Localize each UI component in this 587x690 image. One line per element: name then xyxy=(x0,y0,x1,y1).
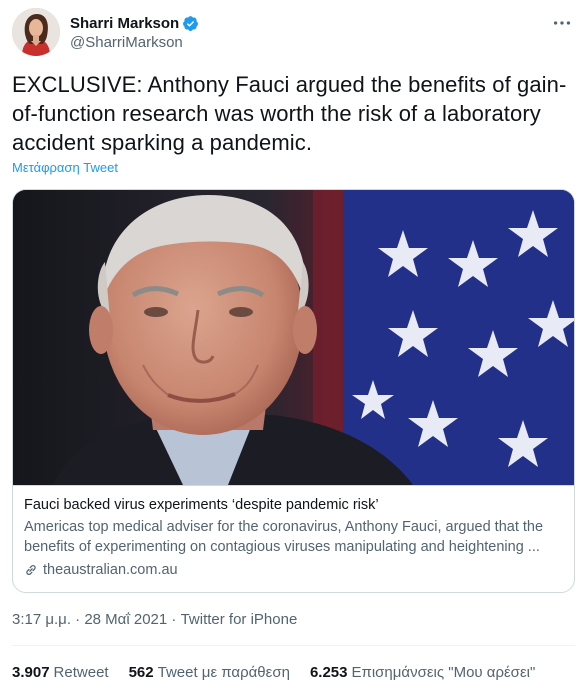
quote-tweets-count: 562 xyxy=(128,664,154,681)
article-photo xyxy=(13,190,574,485)
meta-separator: · xyxy=(167,611,181,628)
card-image xyxy=(13,190,574,485)
retweets-label: Retweet xyxy=(53,664,109,681)
more-options-icon[interactable] xyxy=(551,12,573,34)
tweet: Sharri Markson @SharriMarkson EXCLUSIVE:… xyxy=(0,0,587,690)
tweet-time[interactable]: 3:17 μ.μ. xyxy=(12,611,71,628)
tweet-date[interactable]: 28 Μαΐ 2021 xyxy=(84,611,167,628)
likes-count: 6.253 xyxy=(309,664,348,681)
display-name[interactable]: Sharri Markson xyxy=(70,15,179,32)
card-description-line-2: benefits of experimenting on contagious … xyxy=(24,539,540,555)
retweets-stat[interactable]: 3.907 Retweet xyxy=(12,664,109,681)
tweet-text: EXCLUSIVE: Anthony Fauci argued the bene… xyxy=(12,72,567,155)
avatar[interactable] xyxy=(12,8,60,56)
card-description-line-1: Americas top medical adviser for the cor… xyxy=(24,519,544,535)
retweets-count: 3.907 xyxy=(12,664,50,681)
divider xyxy=(12,645,575,646)
verified-badge-icon xyxy=(182,15,199,32)
avatar-photo xyxy=(12,8,60,56)
quote-tweets-label: Tweet με παράθεση xyxy=(157,664,290,681)
meta-separator: · xyxy=(70,611,85,628)
translate-tweet-link[interactable]: Μετάφραση Tweet xyxy=(12,160,118,175)
card-domain: theaustralian.com.au xyxy=(24,560,565,580)
author-names: Sharri Markson @SharriMarkson xyxy=(70,13,199,51)
card-body: Fauci backed virus experiments ‘despite … xyxy=(13,485,574,592)
card-description: Americas top medical adviser for the cor… xyxy=(24,517,565,557)
tweet-stats: 3.907 Retweet 562 Tweet με παράθεση 6.253 Ε… xyxy=(12,664,555,681)
card-title: Fauci backed virus experiments ‘despite … xyxy=(24,497,379,513)
name-row: Sharri Markson xyxy=(70,13,199,33)
link-icon xyxy=(24,563,38,577)
card-domain-text: theaustralian.com.au xyxy=(43,562,178,578)
handle[interactable]: @SharriMarkson xyxy=(70,34,199,51)
tweet-header: Sharri Markson @SharriMarkson xyxy=(12,8,575,58)
tweet-metadata: 3:17 μ.μ. · 28 Μαΐ 2021 · Twitter for iP… xyxy=(12,611,297,628)
likes-label: Επισημάνσεις "Μου αρέσει" xyxy=(351,664,536,681)
likes-stat[interactable]: 6.253 Επισημάνσεις "Μου αρέσει" xyxy=(310,664,535,681)
quote-tweets-stat[interactable]: 562 Tweet με παράθεση xyxy=(129,664,290,681)
link-preview-card[interactable]: Fauci backed virus experiments ‘despite … xyxy=(12,189,575,593)
tweet-source[interactable]: Twitter for iPhone xyxy=(181,611,298,628)
